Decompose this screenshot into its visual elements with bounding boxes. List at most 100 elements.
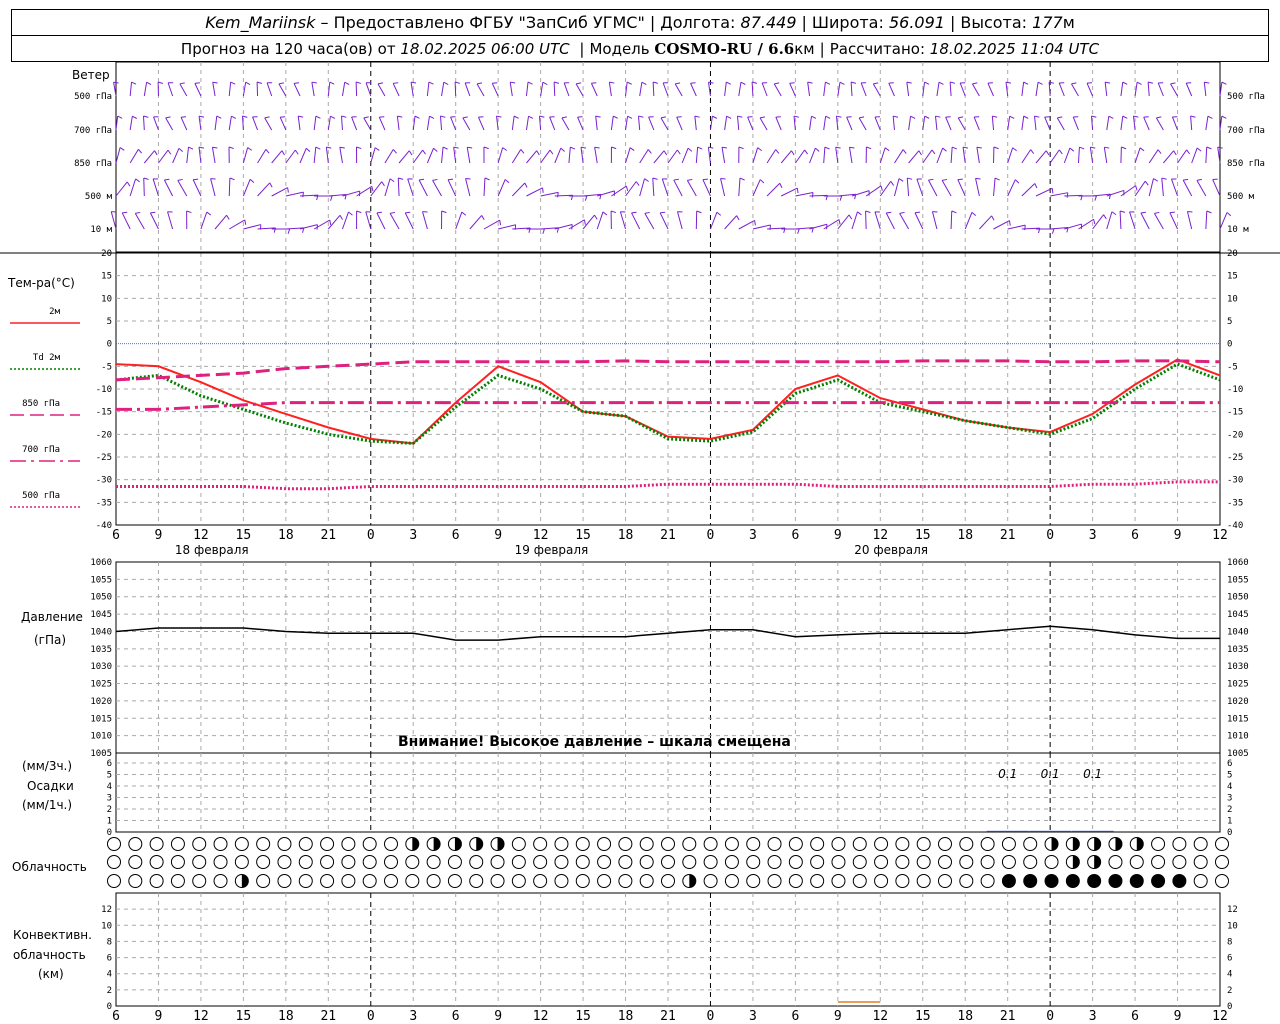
- wind-barb-feather: [1140, 211, 1146, 214]
- wind-barb-feather: [759, 179, 765, 184]
- wind-barb: [1182, 179, 1193, 197]
- wind-barb: [851, 211, 858, 230]
- wind-barb-feather: [609, 81, 615, 84]
- conv-ytick-left: 2: [107, 986, 112, 996]
- x-hour-label-top: 3: [409, 528, 417, 543]
- wind-barb: [1140, 212, 1150, 230]
- wind-barb: [662, 82, 669, 97]
- cloud-circle: [511, 874, 526, 888]
- wind-barb-feather: [580, 146, 587, 149]
- wind-barb-feather: [754, 220, 756, 226]
- wind-barb-feather: [1051, 188, 1054, 194]
- cloud-circle: [149, 855, 164, 869]
- wind-barb: [957, 117, 966, 131]
- cloud-circle: [256, 874, 271, 888]
- cloud-circle: [107, 874, 121, 888]
- wind-barb: [835, 147, 839, 164]
- wind-barb-feather: [775, 149, 780, 154]
- wind-barb-feather: [1057, 116, 1063, 119]
- wind-barb: [874, 116, 881, 131]
- wind-barb: [422, 211, 428, 230]
- wind-barb-feather: [635, 181, 640, 186]
- wind-barb: [916, 178, 924, 197]
- wind-barb: [167, 211, 174, 230]
- wind-barb-feather: [935, 115, 941, 118]
- wind-barb-feather: [626, 81, 632, 85]
- temp-legend-label: 2м: [49, 307, 60, 317]
- cloud-circle: [1023, 837, 1038, 851]
- wind-barb: [773, 83, 782, 97]
- cloud-circle: [1193, 855, 1208, 869]
- wind-barb: [807, 82, 811, 97]
- wind-barb-feather: [1122, 115, 1128, 119]
- cloud-circle: [554, 837, 569, 851]
- wind-barb: [752, 224, 771, 230]
- wind-barb: [809, 116, 812, 131]
- cloud-circle: [618, 855, 633, 869]
- wind-barb-feather: [942, 147, 947, 152]
- cloud-circle: [895, 855, 910, 869]
- pressure-ytick-left: 1010: [90, 732, 112, 742]
- wind-barb-feather: [178, 147, 184, 153]
- cloud-circle: [170, 855, 185, 869]
- wind-barb-feather: [696, 210, 702, 214]
- wind-barb: [1203, 82, 1207, 97]
- wind-barb: [497, 147, 504, 164]
- wind-barb-feather: [737, 115, 743, 118]
- cloud-circle: [874, 855, 889, 869]
- wind-barb: [950, 210, 953, 230]
- pressure-ytick-right: 1050: [1227, 593, 1249, 603]
- cloud-circle: [1001, 855, 1016, 869]
- wind-barb-feather: [553, 81, 560, 84]
- wind-barb: [1148, 178, 1154, 197]
- wind-barb: [575, 83, 584, 97]
- wind-barb: [681, 147, 689, 164]
- pressure-ytick-left: 1020: [90, 697, 112, 707]
- wind-barb-feather: [918, 150, 922, 156]
- cloud-half-fill: [476, 837, 483, 851]
- wind-panel-label: Ветер: [72, 68, 110, 82]
- precip-bar: [1029, 830, 1072, 832]
- wind-barb-feather: [594, 146, 600, 149]
- x-hour-label-top: 15: [915, 528, 931, 543]
- wind-barb: [625, 147, 631, 164]
- x-hour-label-top: 12: [193, 528, 209, 543]
- temp-ytick-left: -20: [96, 430, 112, 440]
- wind-barb-feather: [542, 187, 544, 193]
- wind-barb: [893, 178, 900, 197]
- cloud-circle: [511, 837, 526, 851]
- cloud-circle: [1193, 874, 1208, 888]
- pressure-ytick-left: 1055: [90, 575, 112, 585]
- wind-barb: [179, 83, 188, 97]
- cloud-circle: [639, 874, 654, 888]
- temp-ytick-left: 15: [101, 272, 112, 282]
- wind-barb: [780, 150, 792, 164]
- wind-barb: [848, 147, 853, 164]
- cloud-circle: [1087, 874, 1102, 888]
- wind-barb-feather: [281, 150, 285, 156]
- wind-barb: [1205, 210, 1208, 230]
- cloud-circle: [874, 874, 889, 888]
- wind-barb: [1170, 83, 1178, 97]
- x-hour-label-bottom: 15: [236, 1009, 252, 1024]
- wind-barb-feather: [389, 211, 396, 214]
- temp-ytick-left: 10: [101, 294, 112, 304]
- wind-barb-feather: [850, 81, 857, 84]
- wind-barb-feather: [993, 146, 999, 150]
- wind-barb-feather: [242, 115, 248, 118]
- wind-barb-feather: [584, 195, 588, 201]
- wind-barb-feather: [315, 146, 321, 150]
- precip-ytick-right: 3: [1227, 794, 1232, 804]
- x-hour-label-top: 9: [155, 528, 163, 543]
- wind-barb-feather: [483, 146, 489, 150]
- wind-barb-feather: [886, 211, 892, 214]
- wind-barb: [724, 116, 728, 131]
- wind-barb: [661, 178, 669, 197]
- pressure-ytick-right: 1055: [1227, 575, 1249, 585]
- wind-barb: [1219, 212, 1228, 230]
- wind-barb: [594, 147, 598, 164]
- wind-barb: [554, 147, 562, 164]
- wind-barb: [971, 83, 980, 97]
- wind-barb: [477, 116, 485, 131]
- cloud-circle: [703, 837, 718, 851]
